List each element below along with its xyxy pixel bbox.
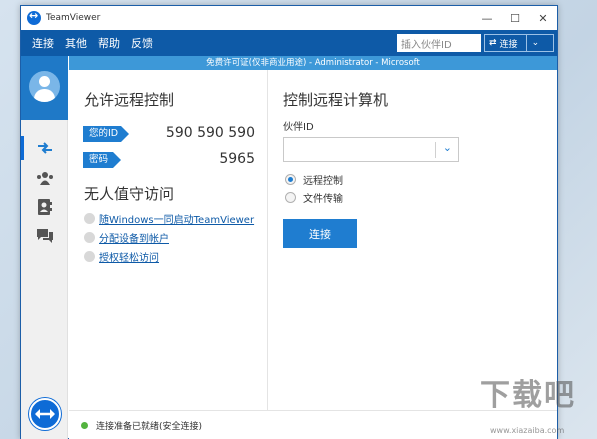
your-id-value: 590 590 590 <box>165 125 255 141</box>
sidebar-item-chat[interactable] <box>21 224 68 248</box>
license-banner: 免费许可证(仅非商业用途) - Administrator - Microsof… <box>69 56 557 70</box>
meeting-icon <box>36 172 53 185</box>
link-start-with-windows-text[interactable]: 随Windows一同启动TeamViewer <box>99 211 254 226</box>
menu-feedback[interactable]: 反馈 <box>131 35 153 51</box>
combo-separator <box>435 142 436 158</box>
bullet-icon <box>84 251 95 262</box>
menu-other[interactable]: 其他 <box>65 35 87 51</box>
contacts-icon <box>37 199 52 215</box>
option-file-transfer[interactable]: 文件传输 <box>285 190 343 205</box>
teamviewer-logo-icon <box>27 9 41 25</box>
connect-separator <box>525 35 527 51</box>
partner-id-combo[interactable]: ⌄ <box>283 137 459 162</box>
teamviewer-arrows-icon <box>35 409 55 419</box>
avatar-head <box>39 76 50 87</box>
menu-help[interactable]: 帮助 <box>98 35 120 51</box>
password-label: 密码 <box>83 152 121 168</box>
chat-icon <box>36 229 53 243</box>
avatar[interactable] <box>29 71 60 102</box>
watermark-url: www.xiazaiba.com <box>490 426 565 435</box>
link-assign-device-text[interactable]: 分配设备到帐户 <box>99 230 169 245</box>
link-easy-access[interactable]: 授权轻松访问 <box>84 249 159 264</box>
chevron-down-icon[interactable]: ⌄ <box>532 38 540 48</box>
password-value: 5965 <box>219 151 255 167</box>
partner-id-label: 伙伴ID <box>283 122 314 133</box>
maximize-button[interactable]: ☐ <box>501 6 529 30</box>
window-title: TeamViewer <box>46 13 101 23</box>
sidebar-item-meeting[interactable] <box>21 166 68 190</box>
close-button[interactable]: ✕ <box>529 6 557 30</box>
your-id-label: 您的ID <box>83 126 129 142</box>
link-easy-access-text[interactable]: 授权轻松访问 <box>99 249 159 264</box>
teamviewer-window: TeamViewer — ☐ ✕ 连接 其他 帮助 反馈 插入伙伴ID ⇄ 连接… <box>20 5 558 439</box>
sidebar-item-contacts[interactable] <box>21 195 68 219</box>
link-start-with-windows[interactable]: 随Windows一同启动TeamViewer <box>84 211 254 226</box>
allow-heading: 允许远程控制 <box>84 91 175 109</box>
toolbar-connect-button[interactable]: ⇄ 连接 ⌄ <box>484 34 554 52</box>
control-heading: 控制远程计算机 <box>283 91 389 109</box>
connect-arrows-icon: ⇄ <box>489 38 497 48</box>
status-text: 连接准备已就绪(安全连接) <box>96 421 203 432</box>
toolbar-connect-label: 连接 <box>499 39 518 50</box>
menu-bar: 连接 其他 帮助 反馈 插入伙伴ID ⇄ 连接 ⌄ <box>21 30 557 56</box>
control-remote-panel: 控制远程计算机 伙伴ID ⌄ 远程控制 文件传输 连接 <box>269 70 557 410</box>
bullet-icon <box>84 213 95 224</box>
profile-area[interactable] <box>21 56 68 120</box>
sidebar <box>21 56 68 439</box>
chevron-down-icon[interactable]: ⌄ <box>443 141 452 154</box>
connect-button[interactable]: 连接 <box>283 219 357 248</box>
radio-file-transfer[interactable] <box>285 192 296 203</box>
allow-remote-control-panel: 允许远程控制 您的ID 590 590 590 密码 5965 无人值守访问 随… <box>69 70 268 410</box>
radio-remote-control-label: 远程控制 <box>303 176 343 187</box>
partner-id-input[interactable]: 插入伙伴ID <box>397 34 481 52</box>
unattended-heading: 无人值守访问 <box>84 185 175 203</box>
radio-remote-control[interactable] <box>285 174 296 185</box>
menu-connect[interactable]: 连接 <box>32 35 54 51</box>
option-remote-control[interactable]: 远程控制 <box>285 172 343 187</box>
sidebar-item-remote-control[interactable] <box>21 136 68 160</box>
teamviewer-logo-icon <box>29 398 61 430</box>
title-bar: TeamViewer — ☐ ✕ <box>21 6 557 30</box>
minimize-button[interactable]: — <box>473 6 501 30</box>
link-assign-device[interactable]: 分配设备到帐户 <box>84 230 169 245</box>
radio-file-transfer-label: 文件传输 <box>303 194 343 205</box>
avatar-body <box>34 89 55 102</box>
bullet-icon <box>84 232 95 243</box>
remote-control-icon <box>37 142 52 154</box>
status-ready-icon <box>81 421 88 429</box>
